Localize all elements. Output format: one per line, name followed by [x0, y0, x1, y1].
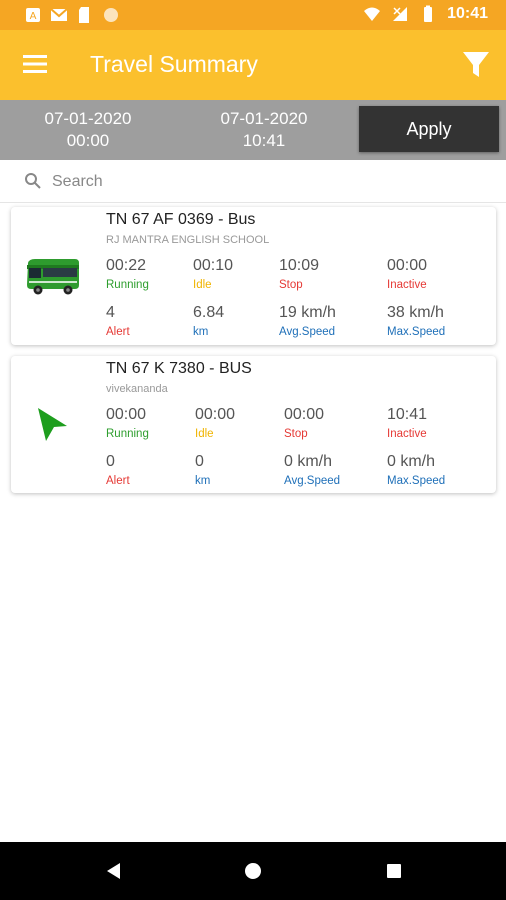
idle-stat: 00:10 Idle — [193, 257, 233, 291]
hamburger-menu-icon[interactable] — [22, 52, 48, 76]
distance-label: km — [193, 326, 209, 338]
stop-value: 10:09 — [279, 257, 320, 274]
notification-icons: A — [24, 6, 120, 24]
inactive-stat: 10:41 Inactive — [387, 406, 427, 440]
idle-value: 00:10 — [193, 257, 234, 274]
page-title: Travel Summary — [90, 51, 258, 77]
stop-label: Stop — [279, 279, 303, 291]
max-speed-value: 0 km/h — [387, 453, 436, 470]
vehicle-card[interactable]: TN 67 K 7380 - BUS vivekananda 00:00 Run… — [11, 356, 496, 493]
alert-label: Alert — [106, 326, 130, 338]
alert-value: 0 — [106, 453, 115, 470]
stop-label: Stop — [284, 428, 308, 440]
stop-stat: 00:00 Stop — [284, 406, 324, 440]
avg-speed-value: 0 km/h — [284, 453, 333, 470]
max-speed-stat: 0 km/h Max.Speed — [387, 453, 445, 487]
search-input[interactable] — [50, 166, 484, 198]
alert-value: 4 — [106, 304, 115, 321]
search-bar — [0, 160, 506, 203]
alert-label: Alert — [106, 475, 130, 487]
alert-stat: 0 Alert — [106, 453, 130, 487]
navigation-arrow-icon — [38, 408, 67, 441]
vehicle-name: TN 67 AF 0369 - Bus — [106, 211, 256, 228]
vehicle-name: TN 67 K 7380 - BUS — [106, 360, 252, 377]
vehicle-group: RJ MANTRA ENGLISH SCHOOL — [106, 234, 270, 246]
idle-label: Idle — [193, 279, 212, 291]
running-value: 00:00 — [106, 406, 147, 423]
wifi-icon — [364, 7, 381, 21]
status-bar: A 10:41 — [0, 0, 506, 30]
system-navigation-bar — [0, 842, 506, 900]
stop-stat: 10:09 Stop — [279, 257, 319, 291]
idle-value: 00:00 — [195, 406, 236, 423]
to-time: 10:41 — [242, 131, 286, 150]
app-notification-icon: A — [26, 8, 40, 22]
from-date-picker[interactable]: 07-01-2020 00:00 — [18, 108, 158, 152]
inactive-value: 00:00 — [387, 257, 428, 274]
avg-speed-stat: 19 km/h Avg.Speed — [279, 304, 336, 338]
stop-value: 00:00 — [284, 406, 325, 423]
status-time: 10:41 — [447, 5, 488, 22]
gmail-icon — [50, 8, 68, 21]
avg-speed-stat: 0 km/h Avg.Speed — [284, 453, 340, 487]
avg-speed-label: Avg.Speed — [284, 475, 341, 487]
bus-icon — [27, 259, 79, 295]
search-icon — [25, 173, 41, 189]
from-time: 00:00 — [66, 131, 110, 150]
inactive-label: Inactive — [387, 279, 427, 291]
max-speed-label: Max.Speed — [387, 475, 446, 487]
vehicle-card[interactable]: TN 67 AF 0369 - Bus RJ MANTRA ENGLISH SC… — [11, 207, 496, 345]
inactive-label: Inactive — [387, 428, 427, 440]
to-date-picker[interactable]: 07-01-2020 10:41 — [194, 108, 334, 152]
max-speed-stat: 38 km/h Max.Speed — [387, 304, 445, 338]
signal-icon — [393, 7, 408, 21]
system-icons: 10:41 — [363, 5, 488, 23]
running-value: 00:22 — [106, 257, 147, 274]
idle-stat: 00:00 Idle — [195, 406, 235, 440]
sim-card-icon — [79, 7, 89, 23]
home-icon[interactable] — [242, 860, 264, 882]
avg-speed-value: 19 km/h — [279, 304, 336, 321]
alert-stat: 4 Alert — [106, 304, 130, 338]
running-label: Running — [106, 279, 149, 291]
distance-value: 0 — [195, 453, 204, 470]
idle-label: Idle — [195, 428, 214, 440]
running-stat: 00:00 Running — [106, 406, 149, 440]
distance-stat: 0 km — [195, 453, 210, 487]
distance-stat: 6.84 km — [193, 304, 224, 338]
to-date: 07-01-2020 — [220, 109, 308, 128]
avg-speed-label: Avg.Speed — [279, 326, 336, 338]
vehicle-group: vivekananda — [106, 383, 168, 395]
distance-value: 6.84 — [193, 304, 225, 321]
from-date: 07-01-2020 — [44, 109, 132, 128]
running-stat: 00:22 Running — [106, 257, 149, 291]
max-speed-value: 38 km/h — [387, 304, 444, 321]
running-label: Running — [106, 428, 149, 440]
apply-button[interactable]: Apply — [359, 106, 499, 152]
battery-icon — [424, 5, 433, 22]
svg-text:A: A — [30, 11, 37, 22]
max-speed-label: Max.Speed — [387, 326, 446, 338]
distance-label: km — [195, 475, 211, 487]
inactive-value: 10:41 — [387, 406, 428, 423]
inactive-stat: 00:00 Inactive — [387, 257, 427, 291]
back-icon[interactable] — [103, 860, 125, 882]
circle-notification-icon — [104, 8, 118, 22]
filter-icon[interactable] — [462, 50, 490, 80]
date-range-bar: 07-01-2020 00:00 07-01-2020 10:41 Apply — [0, 100, 506, 160]
recents-icon[interactable] — [383, 860, 405, 882]
app-bar: Travel Summary — [0, 30, 506, 100]
